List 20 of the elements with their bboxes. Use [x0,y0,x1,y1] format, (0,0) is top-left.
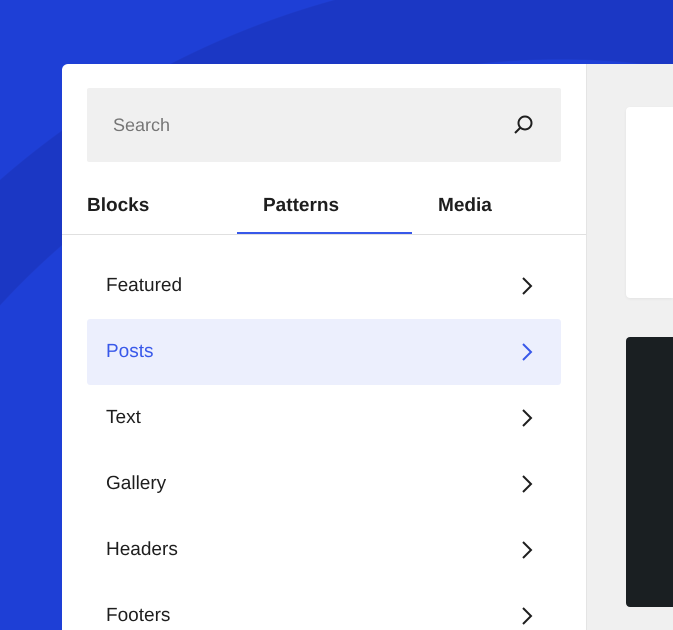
chevron-right-icon [521,342,533,362]
chevron-right-icon [521,606,533,626]
tab[interactable]: Blocks [87,180,237,234]
pattern-preview[interactable] [626,107,673,298]
search-icon [513,114,535,136]
category-item[interactable]: Gallery [87,451,561,517]
chevron-right-icon [521,540,533,560]
chevron-right-icon [521,474,533,494]
category-item[interactable]: Featured [87,253,561,319]
chevron-right-icon [521,408,533,428]
tab[interactable]: Patterns [237,180,412,234]
pattern-preview[interactable] [626,337,673,607]
chevron-right-icon [521,276,533,296]
category-item[interactable]: Footers [87,583,561,630]
search-bar[interactable]: Search [87,88,561,162]
category-item[interactable]: Posts [87,319,561,385]
search-field[interactable]: Search [111,114,513,136]
tab[interactable]: Media [412,180,562,234]
category-item[interactable]: Headers [87,517,561,583]
category-item[interactable]: Text [87,385,561,451]
